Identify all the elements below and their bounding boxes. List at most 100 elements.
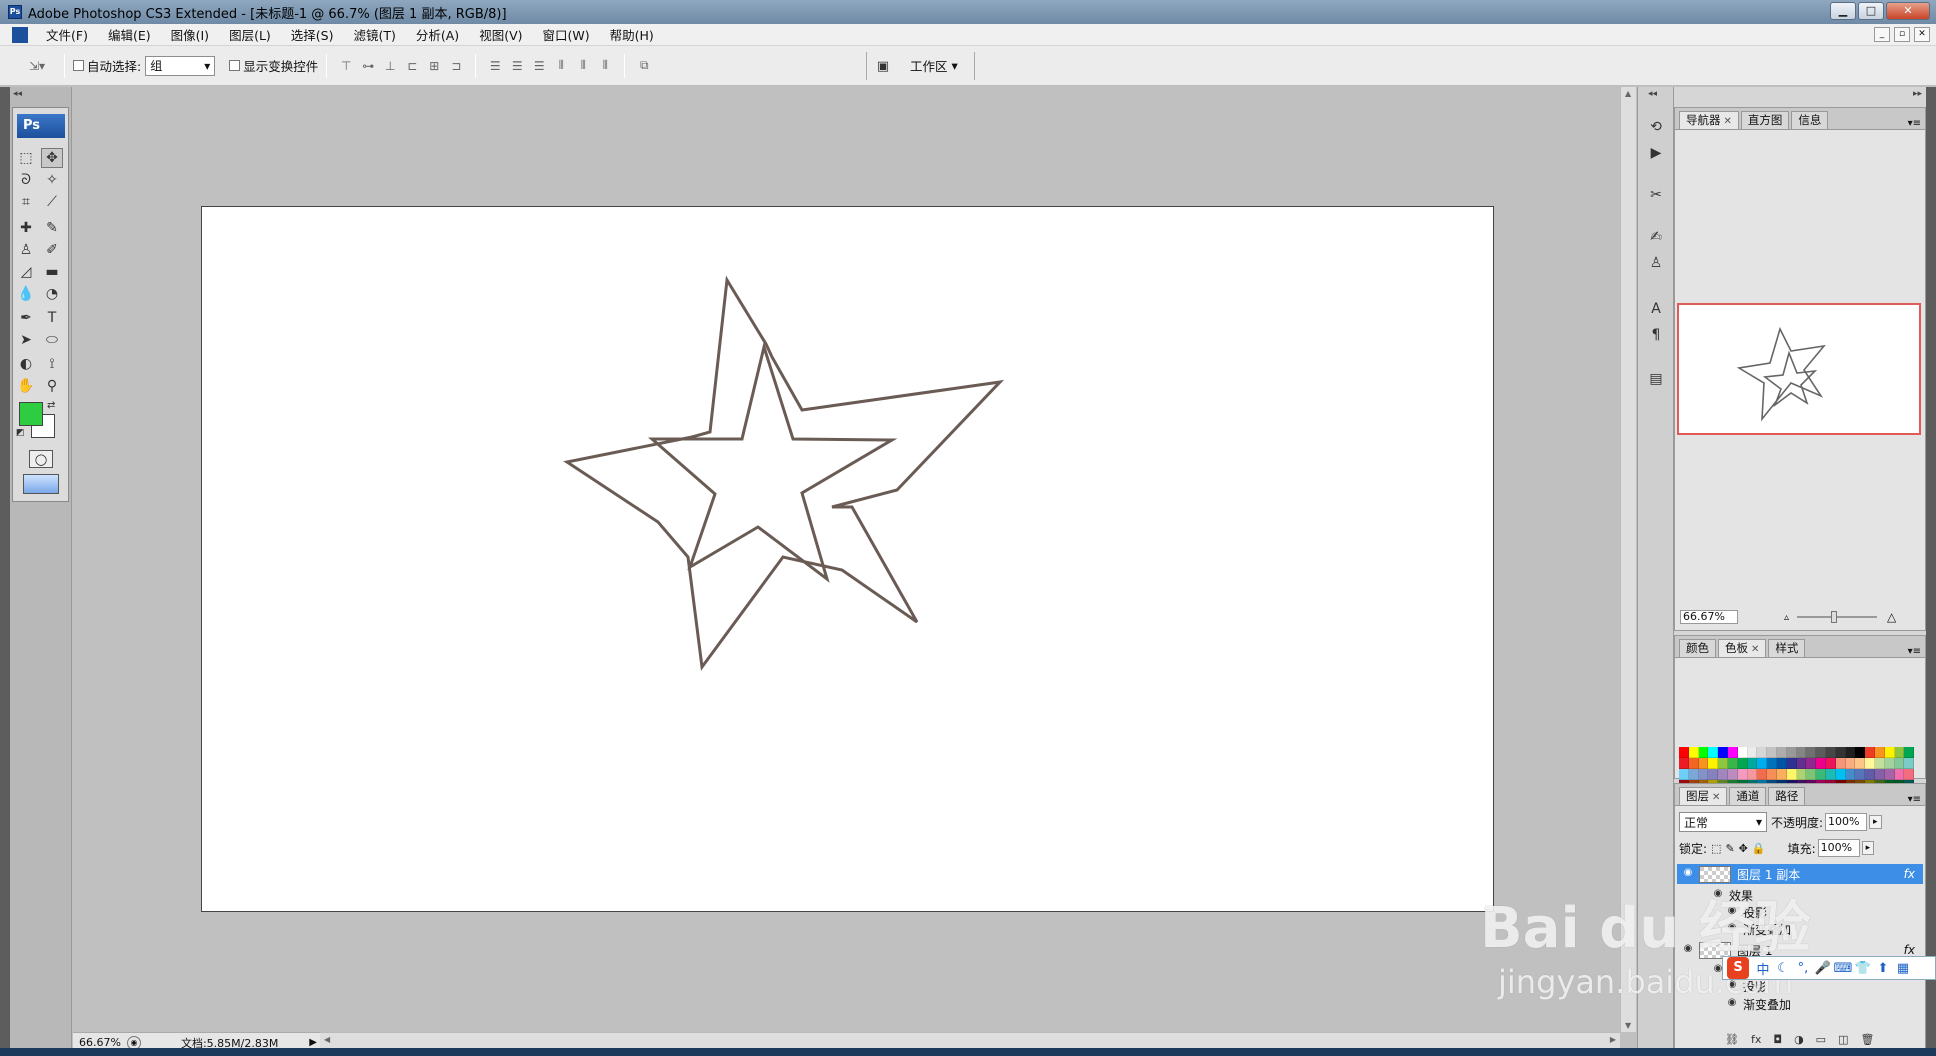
doc-restore-button[interactable]: ▫: [1894, 27, 1910, 42]
color-swatch[interactable]: [1737, 758, 1748, 769]
color-swatch[interactable]: [1865, 758, 1875, 769]
color-swatch[interactable]: [1767, 769, 1777, 780]
quick-mask-icon[interactable]: ◯: [29, 450, 53, 468]
distribute-top-icon[interactable]: ☰: [486, 57, 504, 75]
tab-histogram[interactable]: 直方图: [1740, 111, 1790, 129]
link-layers-icon[interactable]: ⛓: [1725, 1033, 1739, 1046]
color-swatch[interactable]: [1894, 758, 1905, 769]
lock-all-icon[interactable]: 🔒: [1752, 842, 1766, 855]
color-swatch[interactable]: [1679, 758, 1689, 769]
color-swatch[interactable]: [1747, 747, 1758, 758]
menu-help[interactable]: 帮助(H): [600, 25, 664, 44]
color-swatch[interactable]: [1737, 769, 1748, 780]
color-swatch[interactable]: [1884, 758, 1895, 769]
color-swatch[interactable]: [1865, 747, 1875, 758]
scroll-left-icon[interactable]: ◀: [324, 1035, 330, 1044]
zoom-slider[interactable]: [1797, 611, 1878, 623]
color-swatch[interactable]: [1679, 747, 1689, 758]
distribute-right-icon[interactable]: ⫴: [596, 57, 614, 75]
color-swatch[interactable]: [1698, 747, 1709, 758]
new-layer-icon[interactable]: ◫: [1838, 1033, 1848, 1046]
align-top-icon[interactable]: ⊤: [337, 57, 355, 75]
actions-panel-icon[interactable]: ▶: [1646, 143, 1666, 163]
menu-analysis[interactable]: 分析(A): [406, 25, 469, 44]
tab-color[interactable]: 颜色: [1679, 639, 1716, 657]
color-swatch[interactable]: [1835, 769, 1846, 780]
layer-comps-panel-icon[interactable]: ▤: [1646, 369, 1666, 389]
align-left-icon[interactable]: ⊏: [403, 57, 421, 75]
menu-select[interactable]: 选择(S): [281, 25, 344, 44]
color-swatch[interactable]: [1816, 769, 1826, 780]
tab-swatches[interactable]: 色板 ✕: [1718, 639, 1767, 657]
zoom-in-icon[interactable]: △: [1887, 610, 1896, 624]
menu-file[interactable]: 文件(F): [36, 25, 98, 44]
color-swatch[interactable]: [1737, 747, 1748, 758]
color-swatch[interactable]: [1708, 769, 1719, 780]
color-swatch[interactable]: [1727, 747, 1738, 758]
tab-channels[interactable]: 通道: [1729, 787, 1767, 805]
distribute-left-icon[interactable]: ⫴: [552, 57, 570, 75]
navigator-preview[interactable]: [1677, 303, 1921, 435]
panel-menu-icon[interactable]: ▾≡: [1908, 118, 1925, 129]
upload-icon[interactable]: ⬆: [1873, 961, 1893, 976]
color-swatch[interactable]: [1825, 758, 1836, 769]
menu-window[interactable]: 窗口(W): [533, 25, 600, 44]
sogou-ime-logo[interactable]: S: [1727, 957, 1749, 979]
color-swatch[interactable]: [1708, 747, 1719, 758]
color-swatch[interactable]: [1816, 747, 1826, 758]
collapse-panels-icon[interactable]: ▸▸: [1913, 89, 1922, 99]
eyedropper-tool-icon[interactable]: ⟟: [41, 354, 63, 374]
swap-colors-icon[interactable]: ⇄: [47, 400, 55, 411]
color-swatch[interactable]: [1865, 769, 1875, 780]
blur-tool-icon[interactable]: 💧: [15, 284, 37, 304]
show-transform-checkbox[interactable]: [229, 60, 241, 71]
scroll-down-icon[interactable]: ▼: [1625, 1021, 1631, 1030]
lasso-tool-icon[interactable]: ᘐ: [15, 170, 37, 190]
pen-tool-icon[interactable]: ✒: [15, 308, 37, 328]
path-selection-tool-icon[interactable]: ➤: [15, 330, 37, 350]
color-swatch[interactable]: [1855, 747, 1866, 758]
color-swatch[interactable]: [1688, 747, 1699, 758]
color-swatch[interactable]: [1786, 758, 1797, 769]
color-swatch[interactable]: [1767, 747, 1777, 758]
bridge-icon[interactable]: ▣: [872, 56, 894, 76]
character-panel-icon[interactable]: A: [1646, 299, 1666, 319]
fill-arrow-icon[interactable]: ▸: [1861, 841, 1875, 855]
effect-row-gradient-overlay[interactable]: ◉ 渐变叠加: [1677, 919, 1923, 939]
distribute-bottom-icon[interactable]: ☰: [530, 57, 548, 75]
doc-minimize-button[interactable]: _: [1874, 27, 1890, 42]
color-swatch[interactable]: [1727, 769, 1738, 780]
vertical-scrollbar[interactable]: ▲ ▼: [1620, 87, 1636, 1032]
opacity-field[interactable]: 100%: [1825, 813, 1868, 831]
tab-navigator[interactable]: 导航器 ✕: [1679, 111, 1739, 129]
workspace-menu[interactable]: 工作区 ▾: [910, 56, 958, 75]
distribute-vcenter-icon[interactable]: ☰: [508, 57, 526, 75]
color-swatch[interactable]: [1796, 747, 1807, 758]
color-swatch[interactable]: [1845, 747, 1856, 758]
tab-info[interactable]: 信息: [1791, 111, 1829, 129]
menu-layer[interactable]: 图层(L): [219, 25, 281, 44]
scroll-up-icon[interactable]: ▲: [1625, 89, 1631, 98]
color-swatch[interactable]: [1825, 747, 1836, 758]
color-swatch[interactable]: [1845, 758, 1856, 769]
visibility-eye-icon[interactable]: ◉: [1681, 867, 1695, 881]
color-swatch[interactable]: [1776, 758, 1787, 769]
add-mask-icon[interactable]: ◘: [1773, 1033, 1782, 1046]
tab-paths[interactable]: 路径: [1768, 787, 1806, 805]
color-swatch[interactable]: [1786, 747, 1797, 758]
align-bottom-icon[interactable]: ⊥: [381, 57, 399, 75]
color-swatch[interactable]: [1698, 769, 1709, 780]
auto-align-icon[interactable]: ⧉: [635, 57, 653, 75]
scroll-right-icon[interactable]: ▶: [1610, 1035, 1616, 1044]
slice-tool-icon[interactable]: ⟋: [41, 192, 63, 212]
color-swatch[interactable]: [1825, 769, 1836, 780]
zoom-out-icon[interactable]: ▵: [1784, 612, 1789, 623]
color-swatch[interactable]: [1698, 758, 1709, 769]
opacity-arrow-icon[interactable]: ▸: [1869, 815, 1882, 829]
gradient-tool-icon[interactable]: ▬: [41, 262, 63, 282]
brush-tool-icon[interactable]: ✎: [41, 218, 63, 238]
color-swatch[interactable]: [1718, 747, 1728, 758]
tool-presets-panel-icon[interactable]: ✂: [1646, 185, 1666, 205]
menu-view[interactable]: 视图(V): [469, 25, 532, 44]
tab-layers[interactable]: 图层 ✕: [1679, 787, 1728, 805]
